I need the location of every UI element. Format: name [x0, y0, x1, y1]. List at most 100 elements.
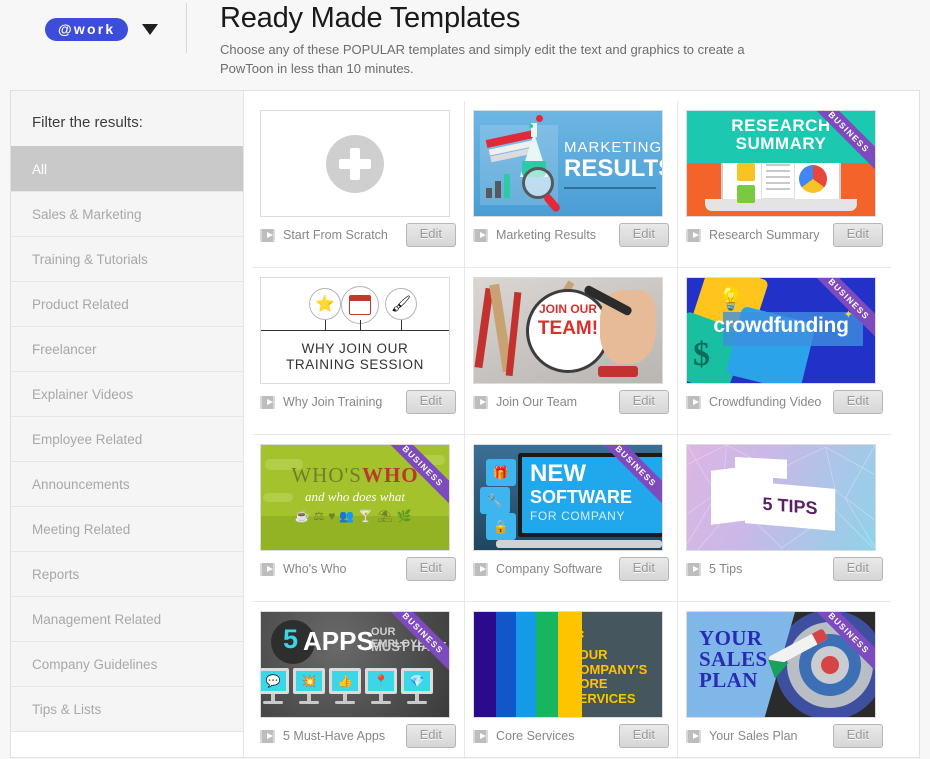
template-thumbnail[interactable]: WHO'SWHO and who does what ☕⚖♥👥🍸⛱🌿 BUSINESS	[260, 444, 450, 551]
sidebar-item-product-related[interactable]: Product Related	[11, 281, 243, 326]
sidebar-item-explainer-videos[interactable]: Explainer Videos	[11, 371, 243, 416]
card-footer: Marketing Results Edit	[473, 223, 669, 247]
thumbnail-art-marketing-results: MARKETINGRESULTS	[474, 111, 662, 216]
template-thumbnail[interactable]: 💡 $ crowdfunding ✦ BUSINESS	[686, 277, 876, 384]
video-play-icon[interactable]	[686, 729, 701, 743]
template-title: Core Services	[496, 729, 575, 743]
video-play-icon[interactable]	[260, 395, 275, 409]
filter-list: All Sales & Marketing Training & Tutorials…	[11, 146, 243, 731]
edit-button[interactable]: Edit	[832, 223, 883, 247]
template-title: Research Summary	[709, 228, 820, 242]
header-text: Ready Made Templates Choose any of these…	[185, 0, 780, 79]
chevron-down-icon[interactable]	[142, 24, 159, 35]
card-footer: Core Services Edit	[473, 724, 669, 748]
brand-zone: @work	[0, 0, 185, 41]
video-play-icon[interactable]	[473, 729, 488, 743]
thumbnail-art-core-services: ⚙ YOUR COMPANY'S CORE SERVICES	[474, 612, 662, 717]
template-title: Join Our Team	[496, 395, 578, 409]
edit-button[interactable]: Edit	[618, 390, 669, 414]
card-footer: Join Our Team Edit	[473, 390, 669, 414]
template-thumbnail[interactable]: 🎁 🔧 🔒 NEW SOFTWARE FOR COMPANY BUSINESS	[473, 444, 663, 551]
template-title: Start From Scratch	[283, 228, 388, 242]
thumbnail-art-five-tips: 5 TIPS	[687, 445, 875, 550]
template-title: Crowdfunding Video	[709, 395, 822, 409]
page-title: Ready Made Templates	[220, 2, 521, 34]
filter-sidebar: Filter the results: All Sales & Marketing…	[11, 91, 244, 757]
header-divider	[186, 3, 187, 53]
plus-icon	[326, 134, 384, 193]
card-footer: Company Software Edit	[473, 557, 669, 581]
template-card: MARKETINGRESULTS Marketing Results Edit	[465, 101, 678, 268]
edit-button[interactable]: Edit	[618, 557, 669, 581]
template-thumbnail[interactable]: ⭐ 🖌 WHY JOIN OUR TRAINING SESSION	[260, 277, 450, 384]
sidebar-item-company-guidelines[interactable]: Company Guidelines	[11, 641, 243, 686]
card-footer: 5 Tips Edit	[686, 557, 883, 581]
template-card: 5 TIPS 5 Tips Edit	[678, 435, 891, 602]
sidebar-item-reports[interactable]: Reports	[11, 551, 243, 596]
video-play-icon[interactable]	[260, 729, 275, 743]
template-card: ⭐ 🖌 WHY JOIN OUR TRAINING SESSION Why Join T…	[252, 268, 465, 435]
sidebar-item-training-tutorials[interactable]: Training & Tutorials	[11, 236, 243, 281]
edit-button[interactable]: Edit	[405, 724, 456, 748]
filter-sidebar-title: Filter the results:	[32, 114, 143, 131]
video-play-icon[interactable]	[260, 562, 275, 576]
edit-button[interactable]: Edit	[405, 223, 456, 247]
card-footer: Why Join Training Edit	[260, 390, 456, 414]
template-thumbnail[interactable]: 5 TIPS	[686, 444, 876, 551]
template-thumbnail[interactable]: ⚙ YOUR COMPANY'S CORE SERVICES	[473, 611, 663, 718]
edit-button[interactable]: Edit	[405, 557, 456, 581]
thumbnail-art-join-our-team: JOIN OUR TEAM!	[474, 278, 662, 383]
template-title: Who's Who	[283, 562, 347, 576]
template-thumbnail[interactable]: 5 APPS OUR EMPLOYEES MUST HAVE 💬 💥 👍 📍 💎 BUSINESS	[260, 611, 450, 718]
template-card: 5 APPS OUR EMPLOYEES MUST HAVE 💬 💥 👍 📍 💎 BUSINESS…	[252, 602, 465, 757]
template-thumbnail[interactable]	[260, 110, 450, 217]
card-footer: Start From Scratch Edit	[260, 223, 456, 247]
thumbnail-art-why-join-training: ⭐ 🖌 WHY JOIN OUR TRAINING SESSION	[261, 278, 449, 383]
video-play-icon[interactable]	[473, 562, 488, 576]
template-thumbnail[interactable]: JOIN OUR TEAM!	[473, 277, 663, 384]
edit-button[interactable]: Edit	[832, 390, 883, 414]
card-footer: Crowdfunding Video Edit	[686, 390, 883, 414]
card-footer: Who's Who Edit	[260, 557, 456, 581]
brand-pill-at-work[interactable]: @work	[45, 18, 129, 41]
video-play-icon[interactable]	[473, 228, 488, 242]
template-thumbnail[interactable]: RESEARCH SUMMARY BUSINESS	[686, 110, 876, 217]
template-title: 5 Must-Have Apps	[283, 729, 386, 743]
sidebar-item-tips-lists[interactable]: Tips & Lists	[11, 686, 243, 731]
template-title: Company Software	[496, 562, 603, 576]
edit-button[interactable]: Edit	[832, 557, 883, 581]
sidebar-item-sales-marketing[interactable]: Sales & Marketing	[11, 191, 243, 236]
thumbnail-art-research-summary: RESEARCH SUMMARY	[687, 111, 875, 216]
template-card: RESEARCH SUMMARY BUSINESS Research Summary E…	[678, 101, 891, 268]
template-title: Your Sales Plan	[709, 729, 798, 743]
template-title: Marketing Results	[496, 228, 597, 242]
sidebar-tail	[11, 731, 243, 757]
sidebar-item-announcements[interactable]: Announcements	[11, 461, 243, 506]
sidebar-item-employee-related[interactable]: Employee Related	[11, 416, 243, 461]
sidebar-item-meeting-related[interactable]: Meeting Related	[11, 506, 243, 551]
edit-button[interactable]: Edit	[618, 724, 669, 748]
thumbnail-art-start-from-scratch	[261, 111, 449, 216]
template-card: YOUR SALES PLAN BUSINESS Your Sales Plan Edit	[678, 602, 891, 757]
edit-button[interactable]: Edit	[618, 223, 669, 247]
main-panel: Filter the results: All Sales & Marketing…	[10, 90, 920, 758]
page-subtitle: Choose any of these POPULAR templates an…	[220, 42, 745, 77]
video-play-icon[interactable]	[686, 562, 701, 576]
template-thumbnail[interactable]: MARKETINGRESULTS	[473, 110, 663, 217]
video-play-icon[interactable]	[473, 395, 488, 409]
template-card: 💡 $ crowdfunding ✦ BUSINESS Crowdfunding Vide…	[678, 268, 891, 435]
edit-button[interactable]: Edit	[832, 724, 883, 748]
video-play-icon[interactable]	[686, 228, 701, 242]
sidebar-item-all[interactable]: All	[11, 146, 243, 191]
template-card: ⚙ YOUR COMPANY'S CORE SERVICES Core Services E…	[465, 602, 678, 757]
edit-button[interactable]: Edit	[405, 390, 456, 414]
page-header: @work Ready Made Templates Choose any of…	[0, 0, 930, 88]
template-card: WHO'SWHO and who does what ☕⚖♥👥🍸⛱🌿 BUSINESS…	[252, 435, 465, 602]
template-card: JOIN OUR TEAM! Join Our Team Edit	[465, 268, 678, 435]
video-play-icon[interactable]	[686, 395, 701, 409]
sidebar-item-freelancer[interactable]: Freelancer	[11, 326, 243, 371]
template-thumbnail[interactable]: YOUR SALES PLAN BUSINESS	[686, 611, 876, 718]
thumbnail-art-five-apps: 5 APPS OUR EMPLOYEES MUST HAVE 💬 💥 👍 📍 💎	[261, 612, 449, 717]
sidebar-item-management-related[interactable]: Management Related	[11, 596, 243, 641]
video-play-icon[interactable]	[260, 228, 275, 242]
